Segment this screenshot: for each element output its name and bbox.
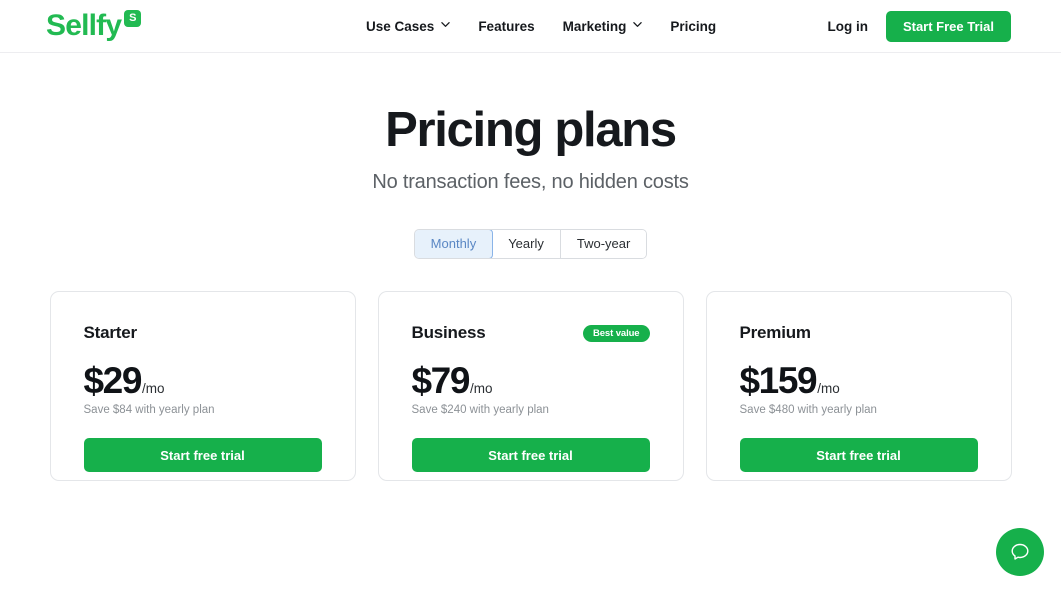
plan-save-note: Save $240 with yearly plan [411, 404, 549, 416]
price-row: $159 /mo [740, 361, 978, 401]
start-free-trial-button[interactable]: Start Free Trial [885, 11, 1011, 42]
plan-price: $29 [83, 360, 143, 401]
plan-price: $159 [739, 360, 818, 401]
pricing-card-starter: Starter $29 /mo Save $84 with yearly pla… [49, 291, 356, 481]
plan-save-note: Save $84 with yearly plan [83, 404, 215, 416]
plan-price: $79 [411, 360, 471, 401]
site-header: Sellfy S Use Cases Features Marketing Pr… [0, 0, 1061, 53]
billing-period-toggle: Monthly Yearly Two-year [413, 229, 648, 259]
billing-toggle-wrap: Monthly Yearly Two-year [0, 229, 1061, 259]
chevron-down-icon [633, 20, 643, 29]
start-free-trial-button-business[interactable]: Start free trial [411, 438, 650, 472]
chevron-down-icon [441, 20, 451, 29]
nav-item-label: Features [478, 19, 535, 34]
plan-price-period: /mo [142, 381, 165, 396]
nav-item-use-cases[interactable]: Use Cases [366, 19, 451, 34]
page-subtitle: No transaction fees, no hidden costs [372, 171, 689, 193]
pricing-card-premium: Premium $159 /mo Save $480 with yearly p… [705, 291, 1012, 481]
plan-name: Starter [83, 323, 138, 342]
login-link[interactable]: Log in [827, 19, 868, 34]
billing-option-yearly[interactable]: Yearly [492, 230, 561, 258]
card-header: Starter [84, 322, 322, 344]
plan-price-period: /mo [817, 381, 840, 396]
start-free-trial-button-starter[interactable]: Start free trial [83, 438, 322, 472]
card-header: Business Best value [412, 322, 650, 344]
plan-name: Business [411, 323, 486, 342]
main-nav: Use Cases Features Marketing Pricing [366, 0, 716, 53]
chat-bubble-icon [1008, 540, 1032, 564]
logo-wordmark: Sellfy [46, 9, 122, 42]
price-row: $29 /mo [84, 361, 322, 401]
plan-save-note: Save $480 with yearly plan [739, 404, 877, 416]
plan-name: Premium [739, 323, 812, 342]
nav-item-label: Pricing [670, 19, 717, 34]
billing-option-monthly[interactable]: Monthly [414, 230, 494, 258]
nav-item-label: Use Cases [366, 19, 435, 34]
pricing-cards: Starter $29 /mo Save $84 with yearly pla… [0, 291, 1061, 481]
page-title: Pricing plans [385, 103, 677, 157]
billing-option-two-year[interactable]: Two-year [560, 230, 647, 258]
nav-item-features[interactable]: Features [478, 19, 534, 34]
nav-item-label: Marketing [562, 19, 627, 34]
card-header: Premium [740, 322, 978, 344]
nav-item-pricing[interactable]: Pricing [670, 19, 716, 34]
start-free-trial-button-premium[interactable]: Start free trial [739, 438, 978, 472]
chat-widget-button[interactable] [996, 528, 1044, 576]
nav-item-marketing[interactable]: Marketing [563, 19, 643, 34]
hero-section: Pricing plans No transaction fees, no hi… [0, 101, 1061, 194]
sellfy-logo[interactable]: Sellfy S [46, 9, 142, 43]
price-row: $79 /mo [412, 361, 650, 401]
logo-s-badge-icon: S [124, 10, 142, 27]
best-value-badge: Best value [582, 324, 650, 342]
plan-price-period: /mo [470, 381, 493, 396]
header-actions: Log in Start Free Trial [827, 0, 1011, 53]
pricing-card-business: Business Best value $79 /mo Save $240 wi… [377, 291, 684, 481]
